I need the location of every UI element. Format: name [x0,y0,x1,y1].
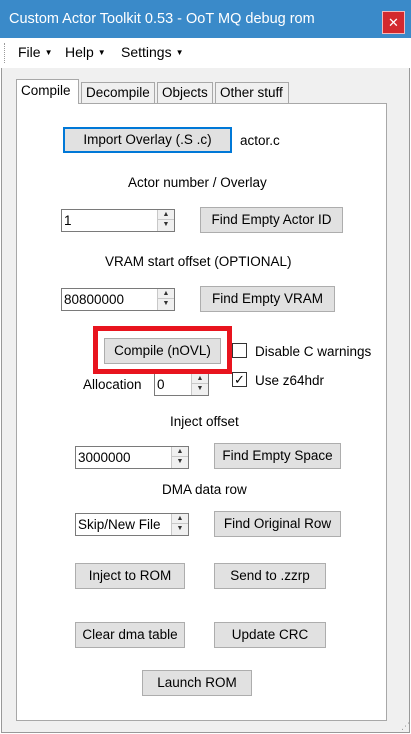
allocation-value[interactable]: 0 [157,377,165,392]
close-button[interactable]: ✕ [382,11,405,34]
send-to-zzrp-button[interactable]: Send to .zzrp [214,563,326,589]
overlay-filename: actor.c [240,133,280,148]
disable-c-warnings-label: Disable C warnings [255,344,372,359]
vram-spinner[interactable]: 80800000 ▲ ▼ [61,288,175,311]
vram-heading: VRAM start offset (OPTIONAL) [105,254,292,269]
tab-other-stuff[interactable]: Other stuff [215,82,289,103]
spinner-buttons: ▲ ▼ [157,210,174,231]
tab-compile-label: Compile [21,83,71,98]
menu-help[interactable]: Help ▼ [65,44,106,60]
actor-number-spinner[interactable]: 1 ▲ ▼ [61,209,175,232]
menu-file[interactable]: File ▼ [18,44,52,60]
chevron-down-icon: ▼ [44,48,53,57]
spin-down-icon[interactable]: ▼ [172,524,188,534]
find-empty-vram-button[interactable]: Find Empty VRAM [200,286,335,312]
spin-down-icon[interactable]: ▼ [192,384,208,394]
find-empty-space-button[interactable]: Find Empty Space [214,443,341,469]
chevron-down-icon: ▼ [175,48,184,57]
menu-grip [4,43,7,63]
update-crc-button[interactable]: Update CRC [214,622,326,648]
menu-bar: File ▼ Help ▼ Settings ▼ [0,38,411,68]
spin-up-icon[interactable]: ▲ [158,210,174,220]
import-overlay-button[interactable]: Import Overlay (.S .c) [63,127,232,153]
check-mark-icon: ✓ [234,372,245,387]
spin-up-icon[interactable]: ▲ [172,514,188,524]
menu-file-label: File [18,44,41,60]
tab-objects-label: Objects [162,85,208,100]
allocation-spinner[interactable]: 0 ▲ ▼ [154,373,209,396]
spin-down-icon[interactable]: ▼ [158,299,174,309]
inject-to-rom-button[interactable]: Inject to ROM [75,563,185,589]
menu-settings[interactable]: Settings ▼ [121,44,184,60]
tab-decompile-label: Decompile [86,85,150,100]
tab-other-stuff-label: Other stuff [220,85,283,100]
use-z64hdr-checkbox[interactable]: ✓ [232,372,247,387]
inject-offset-spinner[interactable]: 3000000 ▲ ▼ [75,446,189,469]
launch-rom-button[interactable]: Launch ROM [142,670,252,696]
clear-dma-table-button[interactable]: Clear dma table [75,622,185,648]
spinner-buttons: ▲ ▼ [171,447,188,468]
spin-up-icon[interactable]: ▲ [172,447,188,457]
use-z64hdr-label: Use z64hdr [255,373,325,388]
menu-settings-label: Settings [121,44,172,60]
find-empty-actor-id-button[interactable]: Find Empty Actor ID [200,207,343,233]
title-bar[interactable]: Custom Actor Toolkit 0.53 - OoT MQ debug… [0,0,411,38]
spinner-buttons: ▲ ▼ [191,374,208,395]
chevron-down-icon: ▼ [97,48,106,57]
disable-c-warnings-checkbox[interactable] [232,343,247,358]
dma-heading: DMA data row [162,482,247,497]
dma-row-spinner[interactable]: Skip/New File ▲ ▼ [75,513,189,536]
dma-row-value[interactable]: Skip/New File [78,517,161,532]
actor-number-heading: Actor number / Overlay [128,175,267,190]
compile-tab-panel [16,103,387,721]
spin-down-icon[interactable]: ▼ [158,220,174,230]
tab-compile[interactable]: Compile [16,79,79,104]
menu-help-label: Help [65,44,94,60]
tab-objects[interactable]: Objects [157,82,213,103]
window-title: Custom Actor Toolkit 0.53 - OoT MQ debug… [9,11,315,27]
spinner-buttons: ▲ ▼ [157,289,174,310]
vram-value[interactable]: 80800000 [64,292,124,307]
inject-offset-value[interactable]: 3000000 [78,450,131,465]
spin-up-icon[interactable]: ▲ [158,289,174,299]
close-icon: ✕ [388,15,399,30]
actor-number-value[interactable]: 1 [64,213,72,228]
spin-up-icon[interactable]: ▲ [192,374,208,384]
resize-grip-icon[interactable]: ⋰ [401,721,410,732]
inject-offset-heading: Inject offset [170,414,239,429]
compile-button[interactable]: Compile (nOVL) [104,338,221,364]
allocation-label: Allocation [83,377,142,392]
tab-decompile[interactable]: Decompile [81,82,155,103]
find-original-row-button[interactable]: Find Original Row [214,511,341,537]
spinner-buttons: ▲ ▼ [171,514,188,535]
spin-down-icon[interactable]: ▼ [172,457,188,467]
